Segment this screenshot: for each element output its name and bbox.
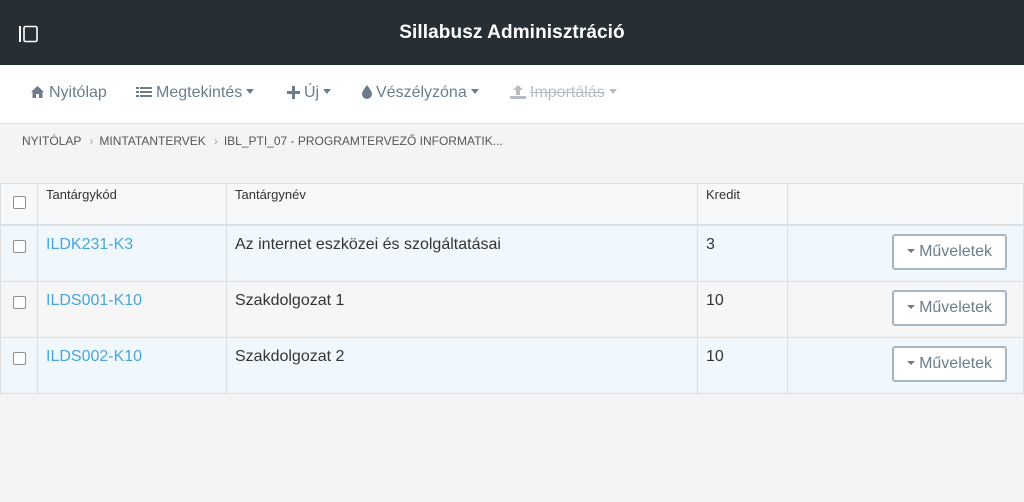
header-code[interactable]: Tantárgykód: [37, 183, 227, 226]
breadcrumb-home[interactable]: NYITÓLAP: [22, 134, 81, 148]
credit-cell: 3: [697, 224, 788, 282]
row-checkbox[interactable]: [12, 295, 26, 309]
subjects-table: Tantárgykód Tantárgynév Kredit ILDK231-K…: [0, 183, 1024, 394]
list-icon: [136, 87, 152, 97]
subject-code-link[interactable]: ILDS001-K10: [46, 292, 142, 309]
drop-icon: [362, 85, 372, 99]
actions-dropdown-button[interactable]: Műveletek: [892, 234, 1007, 270]
actions-button-label: Műveletek: [919, 298, 992, 316]
chevron-down-icon: [323, 89, 332, 94]
table-row: ILDS002-K10 Szakdolgozat 2 10 Műveletek: [0, 336, 1024, 394]
menu-view-label: Megtekintés: [156, 84, 243, 101]
select-all-header: [0, 183, 38, 226]
top-bar: Sillabusz Adminisztráció: [0, 0, 1024, 65]
app-title: Sillabusz Adminisztráció: [399, 22, 625, 43]
upload-icon: [510, 85, 526, 99]
menu-new-label: Új: [304, 84, 320, 101]
chevron-down-icon: [608, 89, 617, 94]
row-select-cell: [0, 224, 38, 282]
caret-down-icon: [907, 360, 916, 365]
subject-code-link[interactable]: ILDK231-K3: [46, 236, 133, 253]
code-cell: ILDS002-K10: [37, 336, 227, 394]
menu-home[interactable]: Nyitólap: [30, 84, 107, 102]
actions-button-label: Műveletek: [919, 354, 992, 372]
header-credit[interactable]: Kredit: [697, 183, 788, 226]
actions-button-label: Műveletek: [919, 243, 992, 260]
row-select-cell: [0, 280, 38, 338]
header-code-label: Tantárgykód: [46, 187, 117, 202]
caret-down-icon: [907, 304, 916, 309]
row-checkbox[interactable]: [12, 240, 26, 253]
actions-cell: Műveletek: [787, 224, 1024, 282]
subject-code-link[interactable]: ILDS002-K10: [46, 348, 142, 365]
breadcrumb: NYITÓLAP › MINTATANTERVEK › IBL_PTI_07 - PRO…: [22, 134, 503, 148]
menu-import: Importálás: [510, 84, 617, 102]
credit-cell: 10: [697, 336, 788, 394]
name-cell: Az internet eszközei és szolgáltatásai: [226, 224, 698, 282]
table-row: ILDK231-K3 Az internet eszközei és szolg…: [0, 224, 1024, 282]
chevron-down-icon: [470, 89, 479, 94]
chevron-right-icon: ›: [89, 134, 94, 148]
row-select-cell: [0, 336, 38, 394]
plus-icon: [287, 86, 300, 99]
header-name-label: Tantárgynév: [235, 187, 306, 202]
row-checkbox[interactable]: [12, 351, 26, 365]
actions-dropdown-button[interactable]: Műveletek: [892, 345, 1007, 382]
menu-danger-zone[interactable]: Vészélyzóna: [362, 84, 479, 102]
breadcrumb-current: IBL_PTI_07 - PROGRAMTERVEZŐ INFORMATIK..…: [223, 134, 503, 148]
menu-bar: Nyitólap Megtekintés Új Vészélyzóna Impo…: [0, 65, 1024, 124]
menu-view[interactable]: Megtekintés: [136, 84, 255, 102]
chevron-right-icon: ›: [213, 134, 218, 148]
caret-down-icon: [907, 249, 916, 253]
table-row: ILDS001-K10 Szakdolgozat 1 10 Műveletek: [0, 280, 1024, 338]
select-all-checkbox[interactable]: [12, 196, 26, 209]
credit-cell: 10: [697, 280, 788, 338]
breadcrumb-curricula[interactable]: MINTATANTERVEK: [99, 134, 205, 148]
name-cell: Szakdolgozat 2: [226, 336, 698, 394]
header-actions: [787, 183, 1024, 226]
chevron-down-icon: [246, 89, 255, 94]
name-cell: Szakdolgozat 1: [226, 280, 698, 338]
actions-dropdown-button[interactable]: Műveletek: [892, 289, 1007, 326]
header-name[interactable]: Tantárgynév: [226, 183, 698, 226]
actions-cell: Műveletek: [787, 336, 1024, 394]
home-icon: [31, 86, 44, 98]
menu-import-label: Importálás: [530, 84, 605, 101]
table-header-row: Tantárgykód Tantárgynév Kredit: [0, 183, 1024, 226]
header-credit-label: Kredit: [706, 187, 740, 202]
actions-cell: Műveletek: [787, 280, 1024, 338]
code-cell: ILDS001-K10: [37, 280, 227, 338]
menu-danger-zone-label: Vészélyzóna: [376, 84, 467, 101]
menu-new[interactable]: Új: [287, 84, 332, 102]
menu-home-label: Nyitólap: [49, 84, 107, 101]
code-cell: ILDK231-K3: [37, 224, 227, 282]
